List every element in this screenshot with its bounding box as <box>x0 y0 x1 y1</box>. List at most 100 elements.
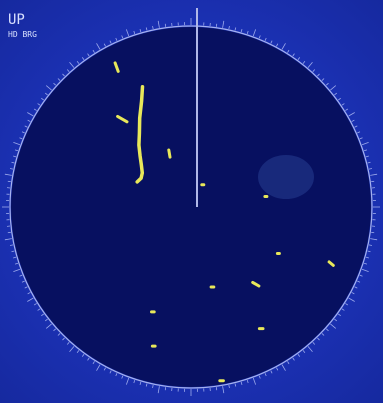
bearing-tick <box>41 313 44 317</box>
bearing-tick <box>69 346 75 353</box>
bearing-tick <box>96 43 101 50</box>
bearing-tick <box>348 297 355 302</box>
bearing-tick <box>133 379 136 384</box>
bearing-tick <box>62 337 65 341</box>
bearing-tick <box>9 168 14 170</box>
bearing-tick <box>307 346 313 353</box>
bearing-tick <box>276 367 279 371</box>
bearing-tick <box>240 381 243 385</box>
bearing-tick <box>264 37 267 41</box>
bearing-tick <box>27 112 34 117</box>
bearing-tick <box>330 323 337 329</box>
bearing-tick <box>359 274 363 277</box>
bearing-tick <box>11 161 15 164</box>
bearing-tick <box>96 364 101 371</box>
bearing-tick <box>76 350 80 354</box>
bearing-tick <box>351 292 355 295</box>
bearing-tick <box>14 149 19 152</box>
bearing-tick <box>92 361 95 365</box>
bearing-tick <box>44 92 48 96</box>
bearing-tick <box>341 308 345 311</box>
bearing-tick <box>292 53 295 57</box>
bearing-tick <box>363 149 368 152</box>
bearing-tick <box>66 341 70 345</box>
bearing-tick <box>354 125 358 128</box>
bearing-tick <box>325 328 329 332</box>
bearing-tick <box>234 383 237 387</box>
bearing-tick <box>302 350 306 354</box>
bearing-tick <box>139 29 142 33</box>
bearing-tick <box>92 49 95 53</box>
bearing-tick <box>368 168 373 170</box>
bearing-tick <box>302 60 306 64</box>
bearing-tick <box>33 303 37 306</box>
bearing-tick <box>287 49 290 53</box>
bearing-tick <box>66 69 70 73</box>
bearing-tick <box>69 61 75 68</box>
bearing-tick <box>365 256 369 259</box>
bearing-tick <box>297 354 301 357</box>
radar-scope <box>11 27 371 387</box>
bearing-tick <box>125 29 130 37</box>
bearing-tick <box>361 268 369 273</box>
mode-label: UP <box>8 12 25 28</box>
bearing-tick <box>365 155 369 158</box>
bearing-tick <box>21 131 25 134</box>
bearing-tick <box>334 318 338 322</box>
bearing-tick <box>14 262 19 265</box>
bearing-tick <box>53 82 57 86</box>
bearing-tick <box>370 173 378 176</box>
bearing-tick <box>281 364 286 371</box>
bearing-tick <box>345 108 349 111</box>
bearing-tick <box>292 357 295 361</box>
bearing-tick <box>258 375 261 379</box>
radar-display: UP HD BRG <box>2 8 380 396</box>
bearing-tick <box>307 61 313 68</box>
bearing-tick <box>27 292 31 295</box>
bearing-tick <box>363 262 368 265</box>
bearing-tick <box>252 377 257 385</box>
bearing-tick <box>44 318 48 322</box>
bearing-tick <box>357 280 361 283</box>
bearing-tick <box>276 43 279 47</box>
bearing-tick <box>133 30 136 35</box>
bearing-tick <box>145 27 148 31</box>
bearing-tick <box>115 37 118 41</box>
bearing-tick <box>359 137 363 140</box>
bearing-tick <box>270 370 273 374</box>
bearing-tick <box>152 384 154 389</box>
bearing-tick <box>246 30 249 35</box>
bearing-tick <box>321 333 325 336</box>
bearing-tick <box>109 40 112 44</box>
bearing-tick <box>13 268 21 273</box>
bearing-tick <box>234 27 237 31</box>
bearing-tick <box>139 381 142 385</box>
bearing-tick <box>45 323 52 329</box>
bearing-tick <box>370 238 378 241</box>
bearing-tick <box>9 244 14 246</box>
bearing-tick <box>62 73 65 77</box>
bearing-tick <box>41 97 44 101</box>
bearing-tick <box>57 78 61 81</box>
bearing-tick <box>33 108 37 111</box>
bearing-tick <box>27 297 34 302</box>
bearing-tick <box>270 40 273 44</box>
bearing-tick <box>264 373 267 377</box>
bearing-tick <box>297 57 301 60</box>
bearing-tick <box>338 313 341 317</box>
bearing-tick <box>367 250 371 253</box>
radar-screen: UP HD BRG <box>0 0 383 403</box>
bearing-tick <box>341 103 345 106</box>
bearing-tick <box>152 25 154 30</box>
bearing-tick <box>287 361 290 365</box>
bearing-tick <box>325 82 329 86</box>
bearing-tick <box>361 141 369 146</box>
bearing-tick <box>321 78 325 81</box>
bearing-tick <box>157 20 160 28</box>
bearing-tick <box>228 384 230 389</box>
bearing-tick <box>317 337 320 341</box>
bearing-tick <box>330 85 337 91</box>
bearing-tick <box>53 328 57 332</box>
bearing-tick <box>345 303 349 306</box>
bearing-tick <box>222 386 225 394</box>
